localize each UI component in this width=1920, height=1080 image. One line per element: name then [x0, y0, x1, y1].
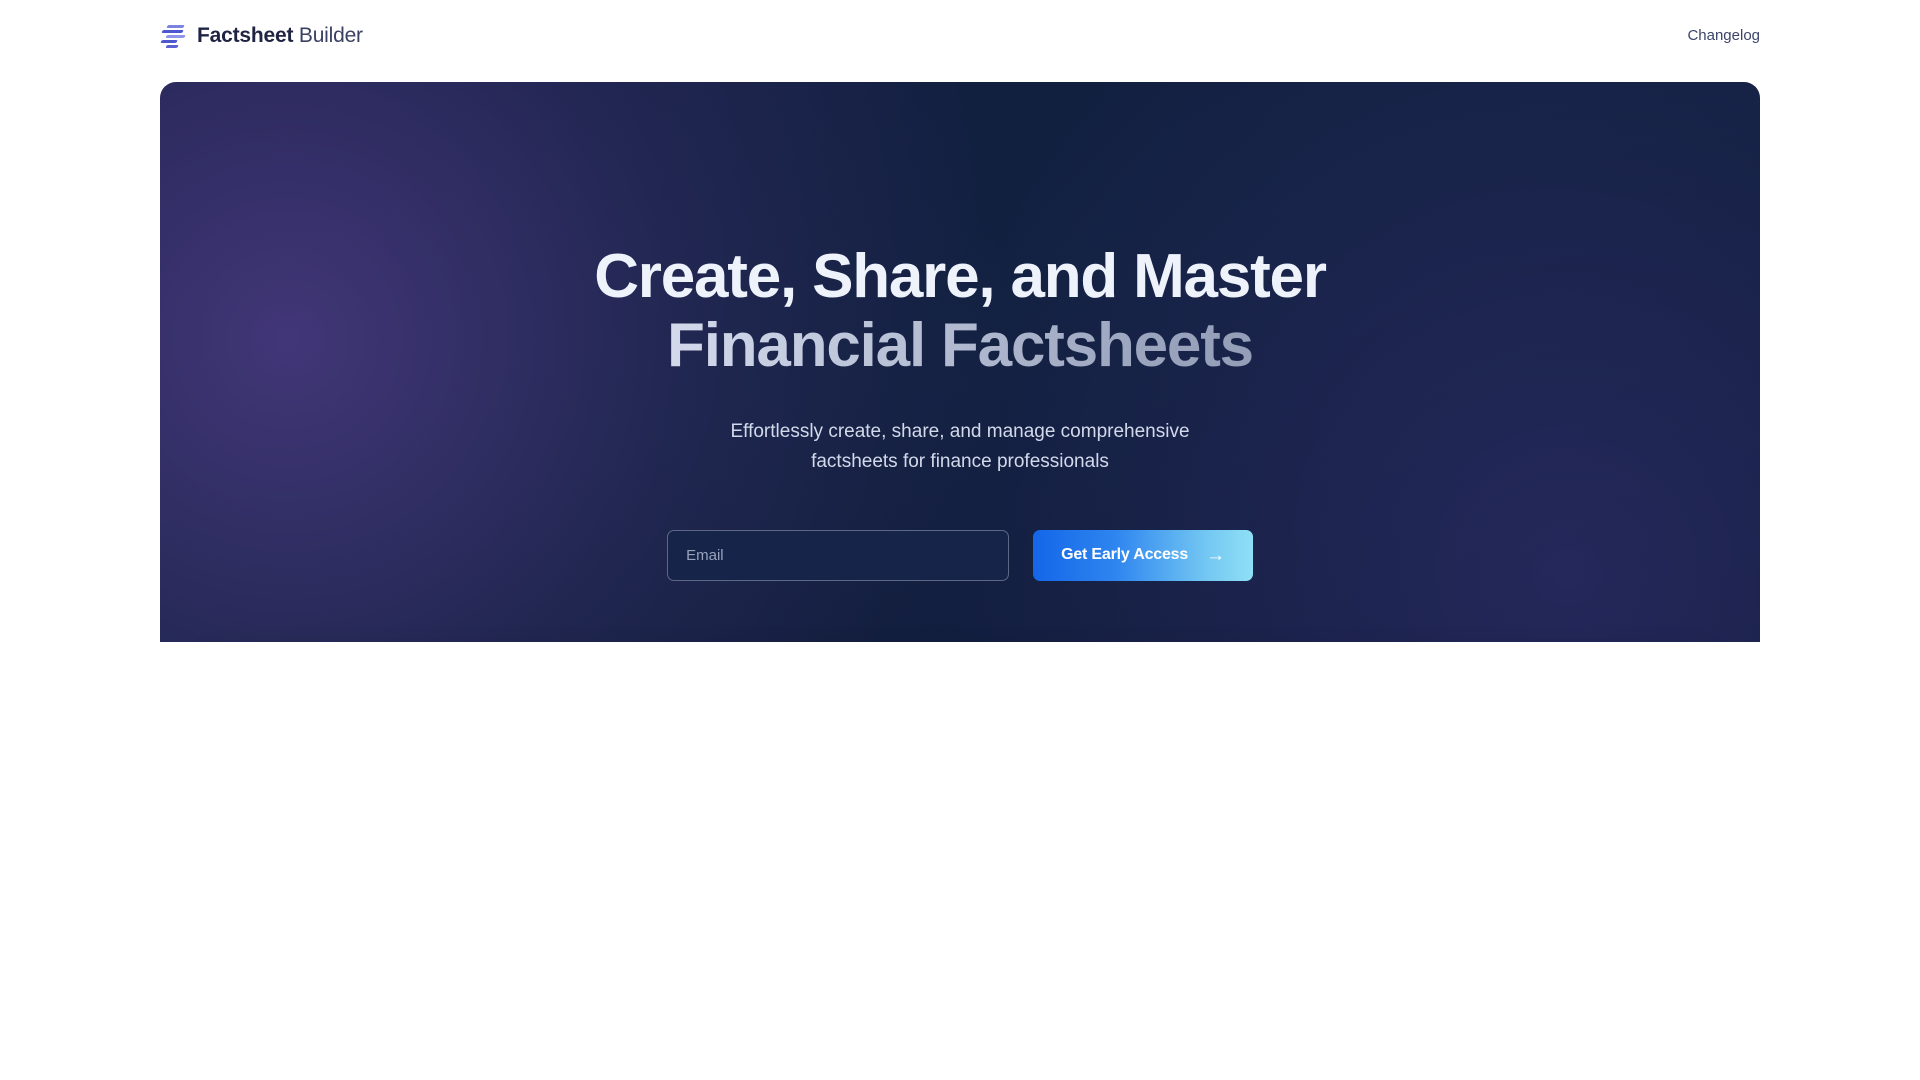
- factsheet-logo-icon: [160, 24, 186, 48]
- cta-label: Get Early Access: [1061, 546, 1189, 564]
- get-early-access-button[interactable]: Get Early Access →: [1033, 529, 1253, 581]
- hero-subtitle-line-1: Effortlessly create, share, and manage c…: [730, 420, 1190, 442]
- arrow-right-icon: →: [1206, 544, 1225, 566]
- hero-title: Create, Share, and Master Financial Fact…: [160, 242, 1760, 381]
- email-input[interactable]: [667, 529, 1010, 581]
- hero-section: Create, Share, and Master Financial Fact…: [160, 82, 1760, 642]
- brand-name-bold: Factsheet: [197, 24, 294, 47]
- hero-subtitle-line-2: factsheets for finance professionals: [811, 451, 1109, 473]
- hero-title-line-1: Create, Share, and Master: [594, 242, 1327, 311]
- hero-subtitle: Effortlessly create, share, and manage c…: [160, 417, 1760, 478]
- nav-link-changelog[interactable]: Changelog: [1687, 27, 1760, 44]
- hero-content: Create, Share, and Master Financial Fact…: [160, 82, 1760, 581]
- brand-name-light: Builder: [293, 24, 363, 47]
- brand-logo[interactable]: Factsheet Builder: [160, 24, 363, 48]
- brand-name: Factsheet Builder: [197, 24, 363, 48]
- nav-links: Changelog: [1687, 27, 1760, 45]
- early-access-form: Get Early Access →: [160, 529, 1760, 581]
- top-navigation: Factsheet Builder Changelog: [0, 0, 1920, 72]
- hero-title-line-2: Financial Factsheets: [160, 311, 1760, 380]
